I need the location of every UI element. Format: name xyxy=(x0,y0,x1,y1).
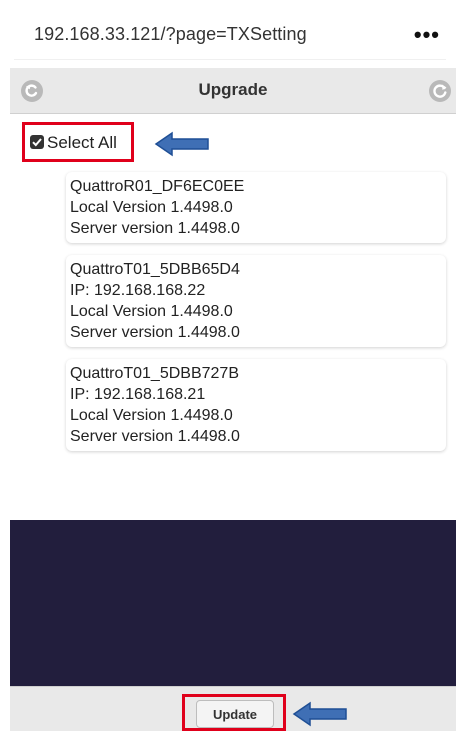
device-server-version: Server version 1.4498.0 xyxy=(70,324,240,341)
device-card[interactable]: QuattroT01_5DBB727B IP: 192.168.168.21 L… xyxy=(66,359,446,451)
url-text[interactable]: 192.168.33.121/?page=TXSetting xyxy=(34,24,307,45)
device-card[interactable]: QuattroT01_5DBB65D4 IP: 192.168.168.22 L… xyxy=(66,255,446,347)
header-bar: Upgrade xyxy=(10,68,456,114)
select-all-label: Select All xyxy=(47,133,117,152)
page: 192.168.33.121/?page=TXSetting ••• Upgra… xyxy=(0,0,456,731)
device-server-version: Server version 1.4498.0 xyxy=(70,220,240,237)
device-name: QuattroT01_5DBB65D4 xyxy=(70,261,240,278)
device-name: QuattroR01_DF6EC0EE xyxy=(70,178,245,195)
arrow-left-icon xyxy=(292,701,347,727)
dark-panel xyxy=(10,520,456,686)
device-card[interactable]: QuattroR01_DF6EC0EE Local Version 1.4498… xyxy=(66,172,446,243)
ellipsis-icon[interactable]: ••• xyxy=(414,22,440,48)
address-bar[interactable]: 192.168.33.121/?page=TXSetting ••• xyxy=(14,12,446,60)
update-button[interactable]: Update xyxy=(196,700,274,728)
device-ip: IP: 192.168.168.21 xyxy=(70,386,206,403)
device-list: QuattroR01_DF6EC0EE Local Version 1.4498… xyxy=(66,172,446,463)
device-name: QuattroT01_5DBB727B xyxy=(70,365,239,382)
refresh-icon[interactable] xyxy=(428,79,452,103)
device-local-version: Local Version 1.4498.0 xyxy=(70,199,233,216)
checkbox-checked-icon[interactable] xyxy=(30,135,44,149)
device-local-version: Local Version 1.4498.0 xyxy=(70,303,233,320)
device-ip: IP: 192.168.168.22 xyxy=(70,282,206,299)
arrow-left-icon xyxy=(154,131,209,157)
select-all-checkbox[interactable]: Select All xyxy=(22,122,134,162)
page-title: Upgrade xyxy=(198,80,268,99)
device-server-version: Server version 1.4498.0 xyxy=(70,428,240,445)
device-local-version: Local Version 1.4498.0 xyxy=(70,407,233,424)
